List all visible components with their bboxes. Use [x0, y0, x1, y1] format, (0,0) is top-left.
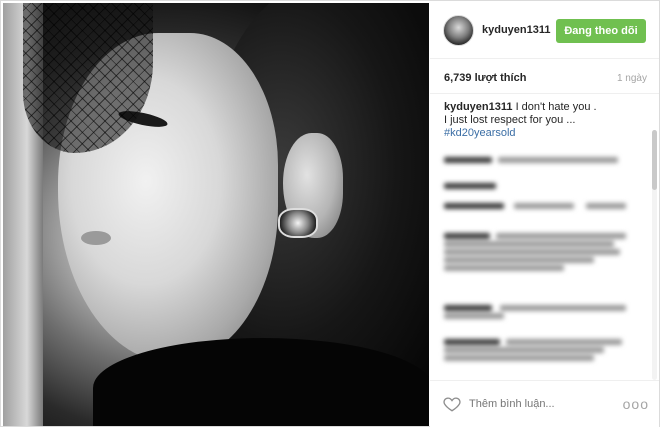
following-button[interactable]: Đang theo dõi: [556, 19, 646, 43]
ellipsis-icon[interactable]: ooo: [623, 396, 649, 412]
comments-scrollbar[interactable]: [652, 130, 657, 380]
photo-lips: [81, 231, 111, 245]
caption-hashtag[interactable]: #kd20yearsold: [444, 127, 640, 140]
caption-line-2: I just lost respect for you ...: [444, 114, 576, 126]
instagram-post: kyduyen1311 Đang theo dõi 6,739 lượt thí…: [0, 0, 660, 427]
blurred-comment: [444, 198, 634, 220]
caption-username[interactable]: kyduyen1311: [444, 101, 513, 113]
post-photo[interactable]: [3, 3, 429, 426]
caption-line-1: I don't hate you .: [515, 101, 597, 113]
post-header: kyduyen1311 Đang theo dõi: [430, 2, 659, 59]
heart-outline-icon[interactable]: [443, 395, 461, 413]
caption: kyduyen1311 I don't hate you . I just lo…: [444, 101, 640, 140]
blurred-comment: [444, 334, 634, 374]
likes-count[interactable]: 6,739 lượt thích: [444, 72, 526, 84]
comments-section: kyduyen1311 I don't hate you . I just lo…: [430, 93, 659, 380]
post-sidebar: kyduyen1311 Đang theo dõi 6,739 lượt thí…: [430, 2, 659, 427]
blurred-comment: [444, 300, 634, 330]
blurred-comment: [444, 228, 634, 288]
photo-shoulder: [93, 338, 429, 426]
likes-row: 6,739 lượt thích 1 ngày: [430, 59, 659, 93]
post-time[interactable]: 1 ngày: [617, 73, 647, 84]
blurred-comment: [444, 152, 634, 174]
username-link[interactable]: kyduyen1311: [482, 24, 551, 36]
post-footer: ooo: [430, 380, 659, 427]
blurred-comment: [444, 178, 634, 200]
photo-earring: [278, 208, 318, 238]
add-comment-input[interactable]: [469, 398, 609, 410]
scrollbar-thumb[interactable]: [652, 130, 657, 190]
avatar[interactable]: [443, 15, 474, 46]
